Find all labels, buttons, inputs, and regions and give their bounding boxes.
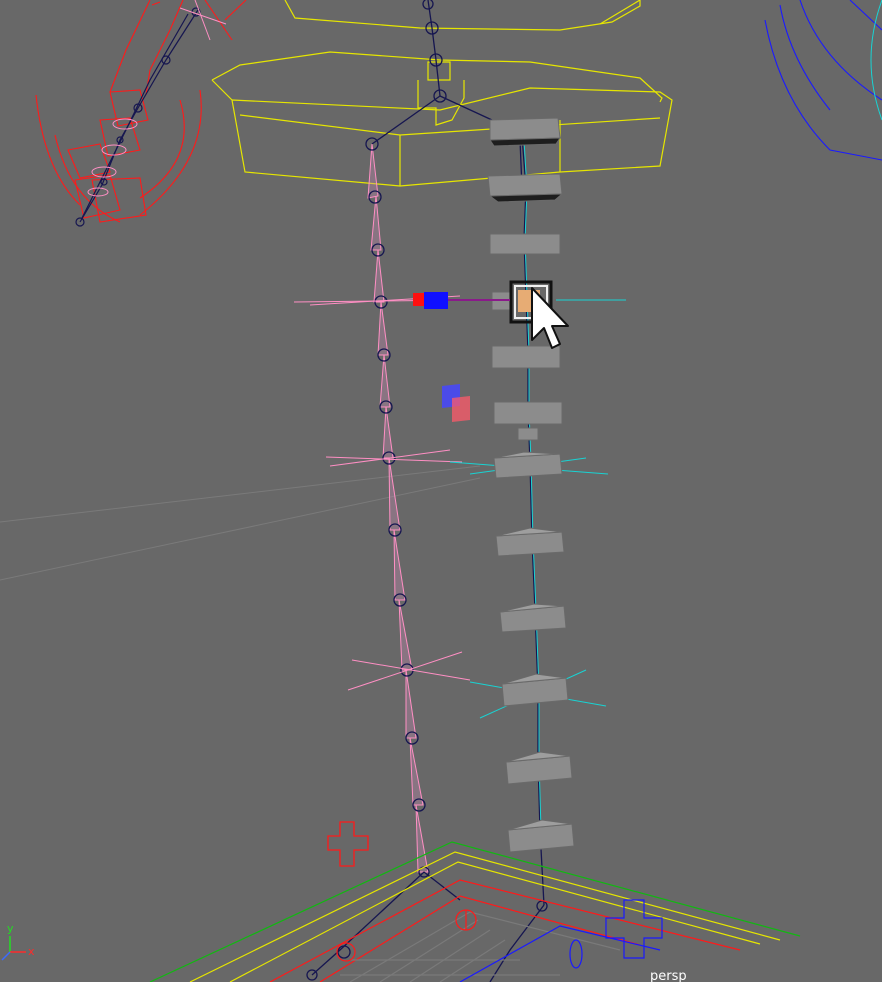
camera-name-label: persp [650,969,687,982]
block-2 [487,173,564,203]
scene-canvas[interactable] [0,0,882,982]
block-3 [489,233,561,255]
block-small [517,427,539,441]
block-6 [493,401,563,425]
arm-pink-rings [87,0,227,197]
red-cross-control[interactable] [327,821,369,867]
arm-joints[interactable] [75,7,201,227]
right-cyan-curve [870,0,882,121]
3d-viewport-persp[interactable]: y x persp [0,0,882,982]
left-leg-joint-chain[interactable] [293,137,471,981]
upper-spine-joints[interactable] [371,0,493,145]
block-1 [489,117,561,147]
torso-geometry[interactable] [211,0,673,187]
block-12 [507,819,575,853]
block-7 [493,451,563,479]
axis-gizmo [1,936,26,961]
axis-y-label: y [7,922,14,935]
block-11 [505,751,573,785]
block-10 [501,673,569,707]
block-8 [495,527,565,557]
arrow-cursor-icon [531,287,569,349]
right-blue-rig[interactable] [764,0,882,161]
axis-x-label: x [28,945,35,958]
floating-planes[interactable] [442,384,470,422]
ground-controls[interactable] [149,841,801,982]
block-9 [499,603,567,633]
grid-lines [0,465,481,581]
